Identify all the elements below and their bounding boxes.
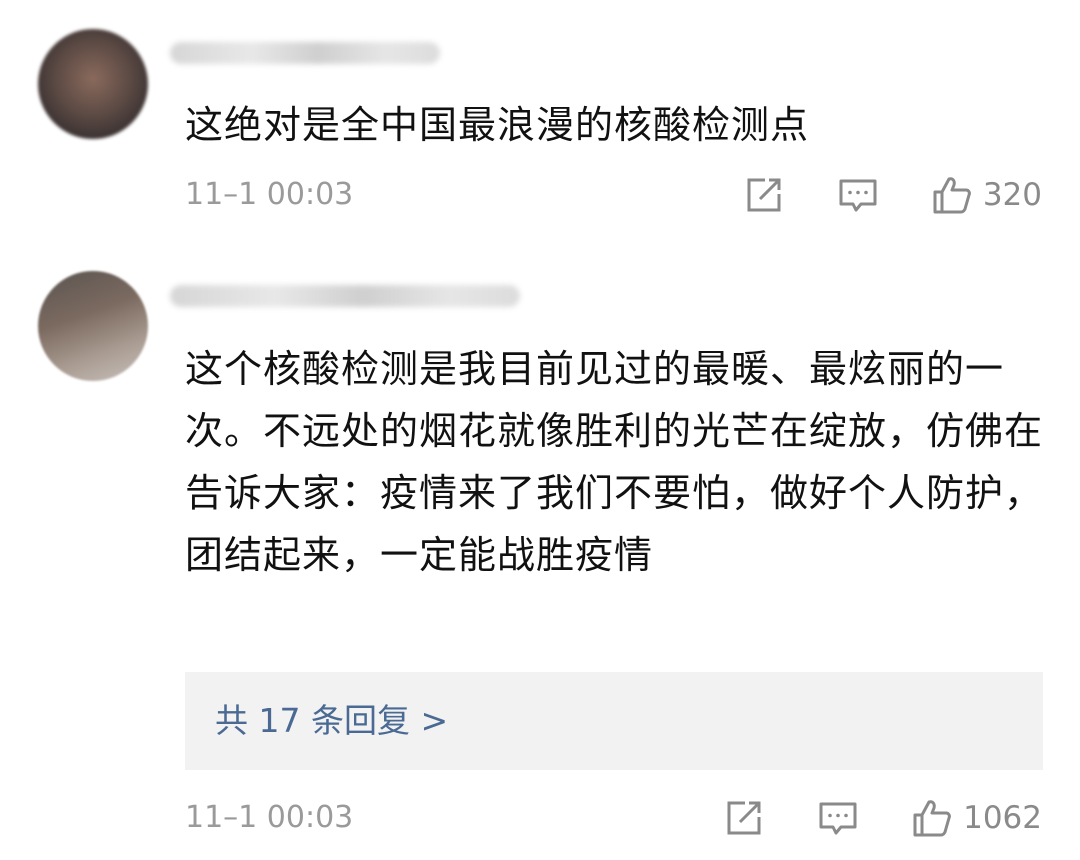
comment-actions: 320 [743,173,1042,217]
username-blurred[interactable] [170,42,440,64]
avatar[interactable] [38,29,148,139]
like-count: 1062 [963,800,1042,836]
share-button[interactable] [723,797,765,839]
comment-meta: 11–1 00:03 1062 [185,796,1042,840]
share-icon [747,178,781,212]
replies-label[interactable]: 共 17 条回复 > [215,672,448,770]
comment-item: 这绝对是全中国最浪漫的核酸检测点 11–1 00:03 320 [0,0,1080,240]
comment-text: 这绝对是全中国最浪漫的核酸检测点 [185,103,810,147]
share-button[interactable] [743,174,785,216]
thumbs-up-icon [913,800,951,837]
comment-meta: 11–1 00:03 320 [185,173,1042,217]
comment-item: 这个核酸检测是我目前见过的最暖、最炫丽的一次。不远处的烟花就像胜利的光芒在绽放，… [0,240,1080,860]
like-button[interactable]: 320 [931,173,1042,217]
comment-time: 11–1 00:03 [185,800,354,835]
comment-actions: 1062 [723,796,1042,840]
thumbs-up-icon [933,177,971,214]
like-button[interactable]: 1062 [911,796,1042,840]
comment-icon [839,179,877,212]
comment-icon [819,802,857,835]
like-count: 320 [982,177,1042,213]
username-blurred[interactable] [170,285,520,307]
comment-time: 11–1 00:03 [185,177,354,212]
comment-button[interactable] [837,174,879,216]
comment-button[interactable] [817,797,859,839]
share-icon [727,801,761,835]
avatar[interactable] [38,271,148,381]
replies-link[interactable]: 共 17 条回复 > [185,672,1043,770]
comment-text: 这个核酸检测是我目前见过的最暖、最炫丽的一次。不远处的烟花就像胜利的光芒在绽放，… [185,347,1044,577]
